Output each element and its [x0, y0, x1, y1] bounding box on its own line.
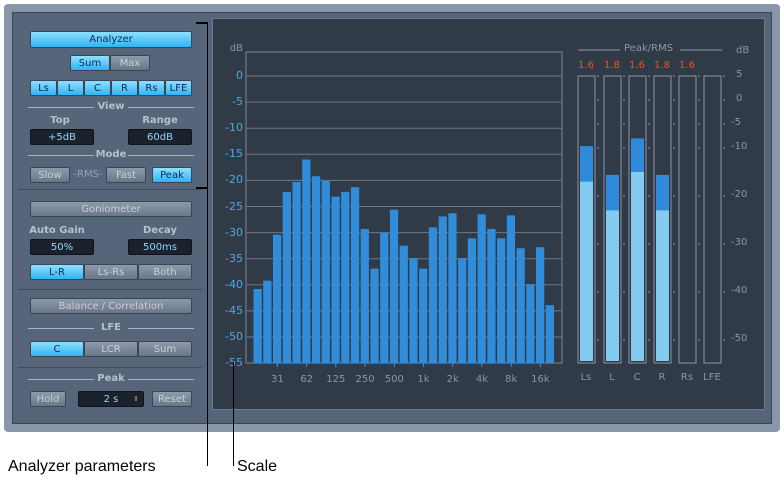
y-tick-label: -55 — [225, 356, 243, 370]
meter-scale-label: -5 — [731, 117, 741, 128]
spectrum-bar — [448, 213, 457, 363]
spectrum-bar — [526, 284, 535, 363]
peak-readout: 1.8 — [604, 60, 620, 71]
y-tick-label: -45 — [225, 303, 243, 317]
spectrum-bar — [458, 258, 467, 363]
peak-readout: 1.6 — [679, 60, 695, 71]
x-tick-label: 8k — [505, 374, 518, 385]
meter-rms-fill — [631, 172, 644, 361]
spectrum-bar — [467, 238, 477, 363]
spectrum-bar — [282, 191, 291, 363]
meter-channel-label: R — [658, 372, 666, 383]
x-tick-label: 500 — [384, 374, 404, 385]
spectrum-bar — [302, 159, 311, 363]
meter-rms-fill — [656, 210, 669, 361]
y-tick-label: -30 — [225, 225, 243, 239]
y-tick-label: -50 — [225, 330, 243, 343]
meter-rms-fill — [580, 181, 593, 361]
x-tick-label: 62 — [300, 374, 313, 385]
x-tick-label: 31 — [270, 374, 284, 385]
meter-lfe — [703, 75, 722, 364]
spectrum-bar — [516, 248, 525, 363]
x-tick-label: 125 — [326, 374, 346, 385]
meter-channel-label: C — [633, 372, 641, 383]
meter-channel-label: Rs — [680, 372, 694, 383]
meter-scale-label: -40 — [731, 285, 748, 296]
spectrum-bar — [272, 234, 282, 363]
spectrum-bar — [487, 228, 496, 363]
spectrum-bar — [536, 247, 545, 363]
spectrum-bar — [428, 227, 438, 363]
spectrum-bar — [477, 214, 486, 363]
x-tick-label: 2k — [446, 374, 459, 385]
y-tick-label: -15 — [225, 147, 243, 161]
peak-readout: 1.6 — [629, 60, 645, 71]
meter-channel-label: Ls — [580, 372, 592, 383]
meter-scale-label: -50 — [731, 333, 748, 344]
spectrum-bar — [370, 268, 379, 363]
analyzer-bracket-line — [207, 22, 208, 466]
spectrum-bar — [399, 245, 408, 363]
y-tick-label: -20 — [225, 173, 243, 187]
meter-scale-label: -30 — [731, 237, 748, 248]
scale-pointer-line — [233, 362, 234, 466]
spectrum-bar — [341, 191, 350, 363]
y-tick-label: 0 — [236, 69, 243, 82]
spectrum-bar — [497, 238, 506, 363]
scale-caption: Scale — [237, 458, 278, 475]
y-tick-label: -10 — [225, 121, 243, 135]
peak-rms-label: Peak/RMS — [624, 43, 674, 54]
analyzer-parameters-caption: Analyzer parameters — [8, 458, 156, 475]
spectrum-bar — [438, 216, 447, 363]
spectrum-bar — [292, 181, 301, 363]
y-tick-label: -25 — [225, 199, 243, 213]
spectrum-bar — [506, 215, 516, 363]
visualization — [245, 49, 725, 367]
spectrum-bar — [545, 305, 554, 363]
meter-scale-label: 5 — [736, 69, 743, 80]
spectrum-bar — [321, 180, 330, 363]
y-tick-label: -35 — [225, 251, 243, 265]
meter-rs — [678, 75, 697, 364]
x-tick-label: 250 — [355, 374, 375, 385]
y-tick-label: -40 — [225, 277, 243, 291]
x-tick-label: 16k — [531, 374, 550, 385]
spectrum-bar — [350, 187, 360, 363]
meter-scale-label: 0 — [736, 93, 743, 104]
y-tick-label: -5 — [232, 95, 243, 109]
meter-channel-label: LFE — [703, 372, 721, 383]
meter-scale-label: -10 — [731, 141, 748, 152]
spectrum-bar — [360, 228, 369, 363]
peak-readout: 1.6 — [578, 60, 594, 71]
spectrum-bar — [409, 258, 418, 363]
meter-rms-fill — [606, 210, 619, 361]
spectrum-bar — [380, 232, 389, 363]
spectrum-bar — [419, 268, 428, 363]
x-tick-label: 1k — [417, 374, 430, 385]
spectrum-bar — [331, 196, 340, 363]
x-tick-label: 4k — [475, 374, 488, 385]
spectrum-bar — [311, 176, 321, 363]
peak-readout: 1.8 — [654, 60, 670, 71]
spectrum-bar — [263, 280, 272, 363]
spectrum-bar — [389, 209, 399, 363]
spectrum-bar — [253, 288, 262, 363]
meter-unit-label: dB — [736, 45, 750, 56]
meter-scale-label: -20 — [731, 189, 748, 200]
meter-channel-label: L — [609, 372, 615, 383]
y-unit-label: dB — [229, 43, 243, 54]
